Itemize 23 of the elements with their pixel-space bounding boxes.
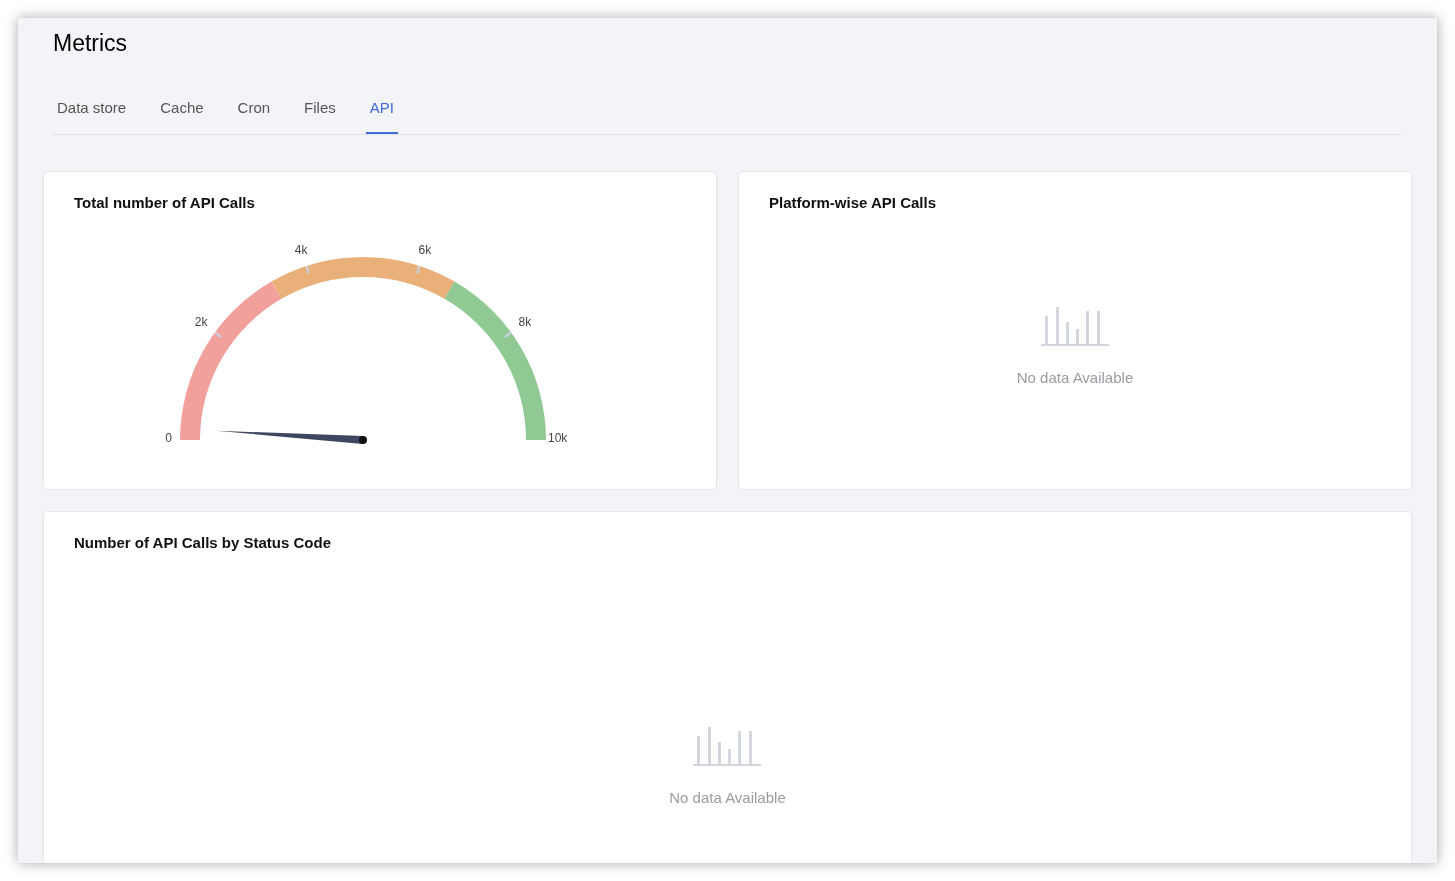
empty-state-message: No data Available [669,787,786,808]
bar-chart-icon [693,726,762,767]
gauge-tick-label: 10k [548,430,568,445]
gauge-tick [416,264,421,275]
gauge-tick-label: 6k [418,242,432,257]
tab[interactable]: Cache [156,96,208,134]
card-title: Platform-wise API Calls [768,193,937,213]
tab[interactable]: Files [300,96,340,134]
card-title: Total number of API Calls [73,193,256,213]
gauge-tick [305,264,310,275]
bar-chart-icon [1041,306,1109,347]
empty-state-message: No data Available [1016,367,1134,388]
gauge-tick [503,330,513,338]
gauge-tick-label: 0 [165,430,172,445]
gauge-tick [213,330,223,338]
page-title: Metrics [52,29,129,58]
gauge-tick-label: 8k [518,314,532,329]
gauge-tick-label: 2k [194,314,208,329]
tab[interactable]: Data store [53,96,131,134]
tab[interactable]: Cron [233,96,275,134]
card-title: Number of API Calls by Status Code [73,533,332,553]
gauge-tick-label: 4k [294,242,308,257]
tab[interactable]: API [365,96,398,134]
